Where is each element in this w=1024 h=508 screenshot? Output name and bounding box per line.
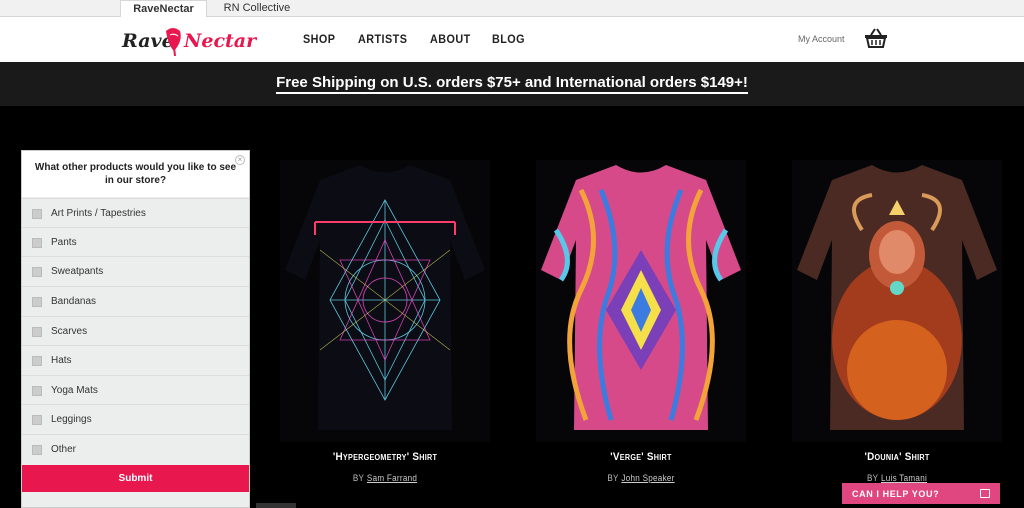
close-icon[interactable]: × [235, 155, 245, 165]
option-label: Sweatpants [51, 266, 104, 277]
option-label: Bandanas [51, 296, 97, 307]
chat-window-icon [980, 489, 990, 498]
survey-question: What other products would you like to se… [22, 151, 249, 197]
artist-link[interactable]: John Speaker [621, 473, 674, 483]
byline-label: BY [607, 473, 619, 483]
my-account-link[interactable]: My Account [798, 34, 845, 44]
byline-label: BY [866, 473, 879, 483]
artist-link[interactable]: Luis Tamani [881, 473, 927, 483]
shipping-banner: Free Shipping on U.S. orders $75+ and In… [0, 62, 1024, 106]
basket-icon[interactable] [864, 27, 888, 49]
chat-label: CAN I HELP YOU? [852, 489, 940, 499]
option-label: Leggings [51, 414, 92, 425]
svg-text:Nectar: Nectar [183, 30, 258, 52]
survey-option[interactable]: Bandanas [22, 286, 249, 315]
tab-rn-collective[interactable]: RN Collective [212, 0, 302, 17]
nav-artists[interactable]: ARTISTS [358, 32, 407, 46]
product-title[interactable]: 'Hypergeometry' Shirt [291, 451, 480, 463]
ravenectar-logo[interactable]: Rave Nectar [120, 23, 260, 57]
chat-widget-button[interactable]: CAN I HELP YOU? [842, 483, 1000, 504]
survey-option[interactable]: Scarves [22, 316, 249, 345]
svg-text:Rave: Rave [121, 30, 174, 52]
nav-shop[interactable]: SHOP [303, 32, 335, 46]
product-byline: BY Luis Tamani [803, 473, 992, 483]
option-label: Pants [51, 237, 77, 248]
nav-blog[interactable]: BLOG [492, 32, 525, 46]
shipping-banner-link[interactable]: Free Shipping on U.S. orders $75+ and In… [0, 74, 1024, 94]
product-title[interactable]: 'Verge' Shirt [547, 451, 736, 463]
checkbox[interactable] [32, 356, 42, 366]
byline-label: BY [352, 473, 365, 483]
survey-option[interactable]: Hats [22, 345, 249, 374]
survey-option[interactable]: Yoga Mats [22, 375, 249, 404]
submit-button[interactable]: Submit [22, 465, 249, 492]
checkbox[interactable] [32, 238, 42, 248]
carousel-indicator[interactable] [256, 503, 296, 508]
survey-option[interactable]: Pants [22, 227, 249, 256]
artist-link[interactable]: Sam Farrand [367, 473, 417, 483]
browser-tab-bar: RaveNectar RN Collective [0, 0, 1024, 18]
product-title[interactable]: 'Dounia' Shirt [803, 451, 992, 463]
survey-option[interactable]: Leggings [22, 404, 249, 433]
checkbox[interactable] [32, 297, 42, 307]
option-label: Yoga Mats [51, 385, 98, 396]
checkbox[interactable] [32, 327, 42, 337]
product-survey-popup: What other products would you like to se… [21, 150, 250, 508]
option-label: Hats [51, 355, 72, 366]
product-byline: BY John Speaker [547, 473, 736, 483]
checkbox[interactable] [32, 386, 42, 396]
option-label: Scarves [51, 326, 88, 337]
checkbox[interactable] [32, 415, 42, 425]
checkbox[interactable] [32, 267, 42, 277]
product-byline: BY Sam Farrand [291, 473, 480, 483]
survey-option[interactable]: Sweatpants [22, 256, 249, 285]
product-verge-image[interactable] [536, 160, 746, 442]
checkbox[interactable] [32, 445, 42, 455]
shipping-banner-text: Free Shipping on U.S. orders $75+ and In… [276, 74, 748, 94]
product-dounia-image[interactable] [792, 160, 1002, 442]
option-label: Other [51, 444, 77, 455]
nav-about[interactable]: ABOUT [430, 32, 471, 46]
product-hypergeometry-image[interactable] [280, 160, 490, 442]
option-label: Art Prints / Tapestries [51, 208, 146, 219]
survey-option[interactable]: Art Prints / Tapestries [22, 198, 249, 227]
survey-option[interactable]: Other [22, 434, 249, 463]
checkbox[interactable] [32, 209, 42, 219]
tab-ravenectar[interactable]: RaveNectar [120, 0, 207, 18]
site-header: Rave Nectar SHOP ARTISTS ABOUT BLOG My A… [0, 17, 1024, 62]
